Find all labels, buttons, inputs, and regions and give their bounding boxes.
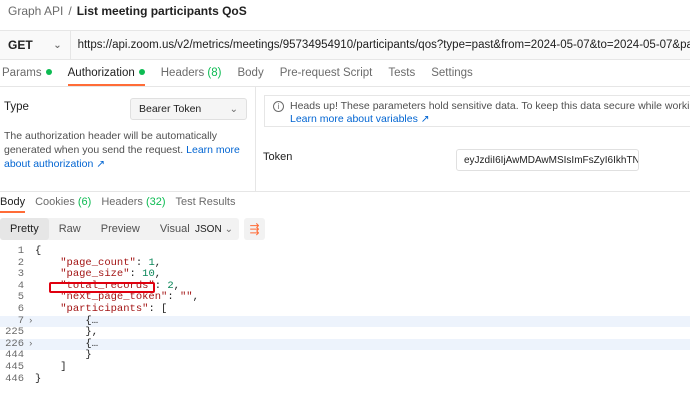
request-url-bar: GET ⌄ https://api.zoom.us/v2/metrics/mee… (0, 30, 690, 60)
tab-body[interactable]: Body (237, 64, 263, 86)
tab-authorization[interactable]: Authorization (67, 64, 145, 86)
learn-more-variables-link[interactable]: Learn more about variables ↗ (290, 113, 690, 126)
code-line: 225 }, (0, 327, 690, 339)
view-mode-switcher: Pretty Raw Preview Visualize (0, 218, 214, 240)
response-toolbar: Pretty Raw Preview Visualize JSON ⌄ ⇶ (0, 218, 690, 240)
response-tab-headers[interactable]: Headers (32) (101, 196, 165, 213)
breadcrumb-request[interactable]: List meeting participants QoS (77, 4, 247, 18)
code-line: 445 ] (0, 360, 690, 374)
method-select[interactable]: GET ⌄ (0, 31, 71, 59)
breadcrumb: Graph API / List meeting participants Qo… (8, 4, 247, 18)
url-input[interactable]: https://api.zoom.us/v2/metrics/meetings/… (71, 39, 690, 51)
tab-label: Test Results (175, 196, 236, 208)
tab-count: (32) (145, 196, 166, 208)
request-tabs: Params Authorization Headers (8) Body Pre-re… (0, 64, 690, 86)
highlight-box-annotation (49, 282, 155, 293)
tab-label: Params (2, 67, 42, 79)
tab-tests[interactable]: Tests (388, 64, 415, 86)
breadcrumb-separator: / (68, 4, 72, 18)
tab-count: (6) (77, 196, 92, 208)
line-number: 446 (5, 372, 24, 385)
code-text: }, (35, 326, 99, 339)
line-number: 445 (5, 360, 24, 373)
format-select[interactable]: JSON ⌄ (189, 218, 239, 240)
response-tab-body[interactable]: Body (0, 196, 26, 213)
breadcrumb-collection[interactable]: Graph API (8, 4, 63, 18)
chevron-down-icon: ⌄ (224, 223, 233, 235)
tab-label: Headers (101, 196, 146, 208)
view-mode-preview[interactable]: Preview (91, 218, 150, 240)
response-tab-cookies[interactable]: Cookies (6) (35, 196, 91, 213)
format-value: JSON (195, 223, 222, 235)
code-line: 444 } (0, 350, 690, 362)
response-tabs: Body Cookies (6) Headers (32) Test Results (0, 196, 690, 213)
tab-label: Body (0, 196, 26, 208)
tab-count: (8) (207, 67, 222, 79)
view-mode-raw[interactable]: Raw (49, 218, 91, 240)
alert-text: Heads up! These parameters hold sensitiv… (290, 100, 690, 112)
line-number: 1 (17, 245, 24, 257)
line-number: 6 (17, 302, 24, 315)
method-label: GET (8, 38, 33, 52)
view-mode-pretty[interactable]: Pretty (0, 218, 49, 240)
tab-settings[interactable]: Settings (431, 64, 473, 86)
token-input[interactable]: eyJzdiI6IjAwMDAwMSIsImFsZyI6IkhTNTEyIi..… (456, 149, 639, 171)
authorization-panel: Type Bearer Token ⌄ The authorization he… (0, 86, 690, 192)
tab-params[interactable]: Params (2, 64, 52, 86)
response-body-code: 1{2 "page_count": 1, 3 "page_size": 10, 4 … (0, 245, 690, 396)
code-text: } (35, 372, 42, 385)
auth-type-section: Type Bearer Token ⌄ The authorization he… (0, 87, 256, 192)
chevron-right-icon[interactable]: › (28, 316, 33, 328)
status-dot-icon (138, 69, 145, 75)
chevron-down-icon: ⌄ (53, 39, 62, 51)
code-text: "participants": [ (60, 302, 168, 315)
auth-description: The authorization header will be automat… (4, 129, 254, 171)
auth-type-value: Bearer Token (139, 103, 202, 115)
code-line: 446} (0, 372, 690, 386)
auth-type-select[interactable]: Bearer Token ⌄ (130, 98, 247, 120)
code-line: 6 "participants": [ (0, 302, 690, 316)
code-text: ] (35, 360, 67, 373)
chevron-down-icon: ⌄ (229, 103, 238, 115)
tab-headers[interactable]: Headers (8) (161, 64, 222, 86)
tab-label: Cookies (35, 196, 78, 208)
code-text: { (35, 245, 42, 257)
code-line: 7 › {… (0, 315, 690, 328)
tab-pre-request-script[interactable]: Pre-request Script (280, 64, 373, 86)
tab-label: Settings (431, 67, 473, 79)
sensitive-data-alert: i Heads up! These parameters hold sensit… (264, 95, 690, 127)
tab-label: Pre-request Script (279, 67, 373, 79)
wrap-lines-icon[interactable]: ⇶ (244, 218, 265, 240)
chevron-right-icon[interactable]: › (28, 339, 33, 351)
code-line: 226 › {… (0, 338, 690, 351)
response-tab-test-results[interactable]: Test Results (176, 196, 236, 213)
line-number: 225 (5, 326, 24, 339)
tab-label: Authorization (67, 67, 135, 79)
tab-label: Tests (388, 67, 416, 79)
token-label: Token (263, 151, 293, 163)
tab-label: Headers (160, 67, 208, 79)
auth-details-section: i Heads up! These parameters hold sensit… (256, 87, 690, 192)
type-label: Type (4, 101, 29, 113)
status-dot-icon (45, 69, 52, 75)
info-icon: i (273, 101, 284, 112)
tab-label: Body (237, 67, 264, 79)
